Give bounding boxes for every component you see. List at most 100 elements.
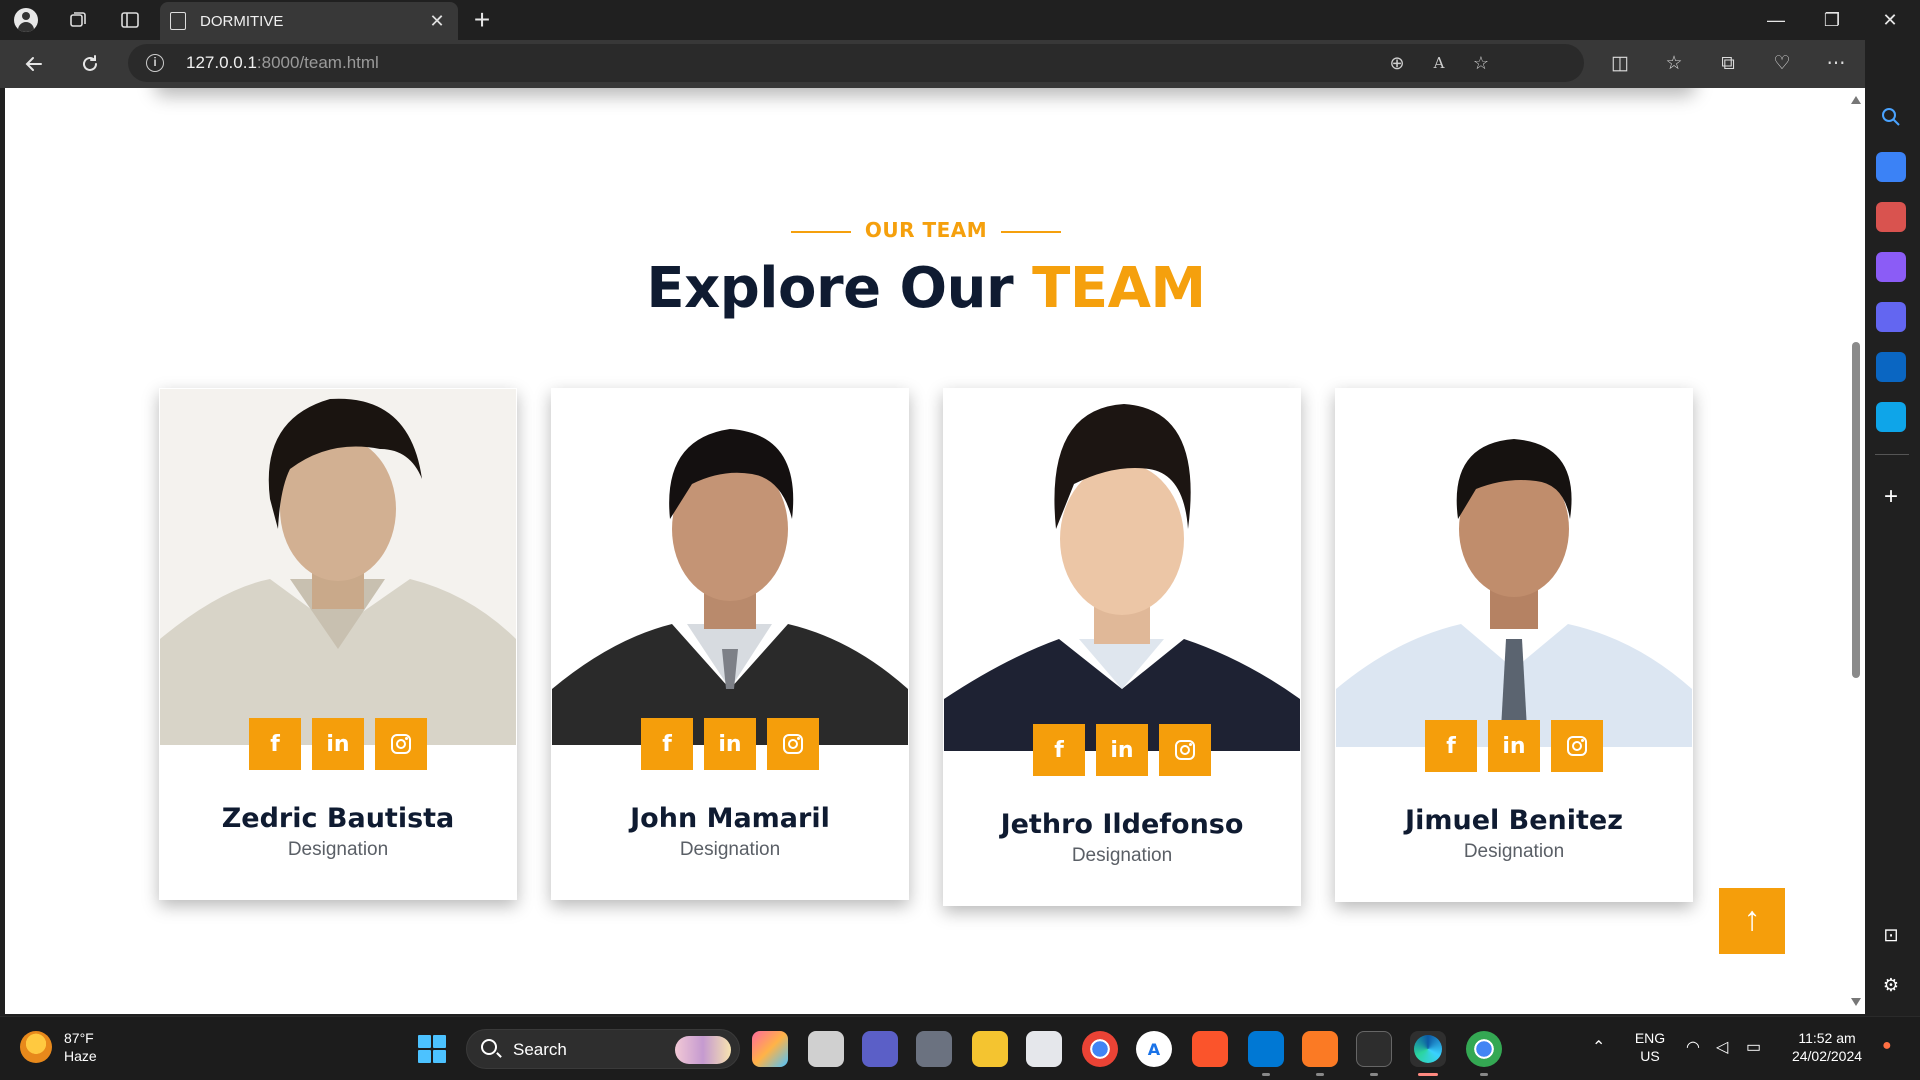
minimize-button[interactable]: — <box>1756 4 1796 36</box>
search-icon <box>481 1039 497 1055</box>
favorites-icon[interactable]: ☆ <box>1660 50 1688 78</box>
address-bar[interactable]: i 127.0.0.1:8000/team.html ⊕ A ☆ <box>128 44 1584 82</box>
show-hidden-icons-icon[interactable]: ⌃ <box>1592 1037 1605 1057</box>
page-scrollbar[interactable] <box>1847 88 1865 1014</box>
kicker-line-right <box>1001 230 1062 233</box>
member-designation: Designation <box>1071 845 1173 866</box>
start-button[interactable] <box>418 1035 446 1063</box>
browser-tab[interactable]: DORMITIVE ✕ <box>160 2 458 40</box>
team-card: f in John Mamaril Designation <box>551 388 909 900</box>
search-label: Search <box>513 1040 567 1059</box>
terminal-icon[interactable] <box>1356 1031 1392 1067</box>
search-icon[interactable] <box>1876 102 1906 132</box>
browser-essentials-icon[interactable]: ♡ <box>1768 50 1796 78</box>
weather-widget[interactable]: 87°F Haze <box>20 1029 97 1065</box>
more-options-icon[interactable]: ⋯ <box>1822 50 1850 78</box>
collections-icon[interactable]: ⧉ <box>1714 50 1742 78</box>
instagram-icon[interactable] <box>767 718 819 770</box>
chrome-profile-icon[interactable] <box>1466 1031 1502 1067</box>
shopping-icon[interactable] <box>1876 152 1906 182</box>
member-designation: Designation <box>1463 841 1565 862</box>
close-window-button[interactable]: ✕ <box>1870 4 1910 36</box>
facebook-icon[interactable]: f <box>1033 724 1085 776</box>
reload-button[interactable] <box>74 48 106 80</box>
page-viewport: OUR TEAM Explore Our TEAM f in Zedric Ba… <box>5 88 1847 1014</box>
split-screen-icon[interactable]: ◫ <box>1606 50 1634 78</box>
favorite-star-icon[interactable]: ☆ <box>1468 50 1494 76</box>
app-store-icon[interactable]: A <box>1136 1031 1172 1067</box>
sidebar-divider <box>1875 454 1909 455</box>
linkedin-icon[interactable]: in <box>312 718 364 770</box>
social-links: f in <box>943 724 1301 776</box>
volume-icon[interactable]: ◁ <box>1716 1037 1728 1057</box>
workspaces-icon[interactable] <box>64 6 92 34</box>
settings-gear-icon[interactable]: ⚙ <box>1876 970 1906 1000</box>
member-name: Zedric Bautista <box>221 803 455 834</box>
weather-condition: Haze <box>64 1048 97 1064</box>
tools-icon[interactable] <box>1876 202 1906 232</box>
instagram-icon[interactable] <box>1551 720 1603 772</box>
scroll-up-arrow[interactable] <box>1851 96 1861 104</box>
snipping-tool-icon[interactable] <box>1026 1031 1062 1067</box>
tab-actions-icon[interactable] <box>116 6 144 34</box>
temperature: 87°F <box>64 1030 94 1046</box>
member-name: Jimuel Benitez <box>1405 805 1623 836</box>
chrome-icon[interactable] <box>1082 1031 1118 1067</box>
instagram-icon[interactable] <box>1159 724 1211 776</box>
wifi-icon[interactable]: ◠ <box>1686 1037 1700 1057</box>
language-indicator[interactable]: ENG US <box>1630 1029 1670 1065</box>
games-icon[interactable] <box>1876 252 1906 282</box>
member-photo <box>944 389 1300 751</box>
xampp-icon[interactable] <box>1302 1031 1338 1067</box>
vscode-icon[interactable] <box>1248 1031 1284 1067</box>
file-explorer-icon[interactable] <box>972 1031 1008 1067</box>
back-to-top-button[interactable]: ↑ <box>1719 888 1785 954</box>
instagram-icon[interactable] <box>375 718 427 770</box>
copilot-app-icon[interactable] <box>752 1031 788 1067</box>
social-links: f in <box>551 718 909 770</box>
back-button[interactable] <box>18 48 50 80</box>
notification-bell-icon[interactable]: ● <box>1882 1037 1892 1055</box>
facebook-icon[interactable]: f <box>641 718 693 770</box>
microsoft-365-icon[interactable] <box>1876 302 1906 332</box>
task-view-icon[interactable] <box>808 1031 844 1067</box>
linkedin-icon[interactable]: in <box>704 718 756 770</box>
member-photo <box>552 389 908 745</box>
teams-icon[interactable] <box>862 1031 898 1067</box>
brave-icon[interactable] <box>1192 1031 1228 1067</box>
clock[interactable]: 11:52 am 24/02/2024 <box>1782 1029 1872 1065</box>
facebook-icon[interactable]: f <box>1425 720 1477 772</box>
new-tab-button[interactable]: + <box>466 4 498 36</box>
member-designation: Designation <box>679 839 781 860</box>
member-photo <box>1336 389 1692 747</box>
camera-icon[interactable] <box>916 1031 952 1067</box>
xampp-running-indicator <box>1316 1073 1324 1076</box>
taskbar-search[interactable]: Search <box>466 1029 740 1069</box>
team-card: f in Jethro Ildefonso Designation <box>943 388 1301 906</box>
tab-close-icon[interactable]: ✕ <box>426 11 448 32</box>
maximize-button[interactable]: ❐ <box>1812 4 1852 36</box>
read-aloud-icon[interactable]: A <box>1426 50 1452 76</box>
date: 24/02/2024 <box>1791 1048 1863 1064</box>
scroll-down-arrow[interactable] <box>1851 998 1861 1006</box>
add-icon[interactable]: + <box>1876 482 1906 512</box>
outlook-icon[interactable] <box>1876 352 1906 382</box>
search-highlight-image <box>675 1036 731 1064</box>
facebook-icon[interactable]: f <box>249 718 301 770</box>
battery-icon[interactable]: ▭ <box>1746 1037 1761 1057</box>
hide-sidebar-icon[interactable]: ⊡ <box>1876 920 1906 950</box>
edge-icon[interactable] <box>1410 1031 1446 1067</box>
url-text[interactable]: 127.0.0.1:8000/team.html <box>186 53 379 73</box>
social-links: f in <box>159 718 517 770</box>
terminal-running-indicator <box>1370 1073 1378 1076</box>
section-title: Explore Our TEAM <box>646 256 1206 321</box>
linkedin-icon[interactable]: in <box>1096 724 1148 776</box>
site-info-icon[interactable]: i <box>146 54 164 72</box>
zoom-icon[interactable]: ⊕ <box>1384 50 1410 76</box>
browser-titlebar: DORMITIVE ✕ + — ❐ ✕ <box>0 0 1920 40</box>
linkedin-icon[interactable]: in <box>1488 720 1540 772</box>
profile-icon[interactable] <box>12 6 40 34</box>
scroll-thumb[interactable] <box>1852 342 1860 678</box>
drop-icon[interactable] <box>1876 402 1906 432</box>
tab-title: DORMITIVE <box>200 12 284 30</box>
